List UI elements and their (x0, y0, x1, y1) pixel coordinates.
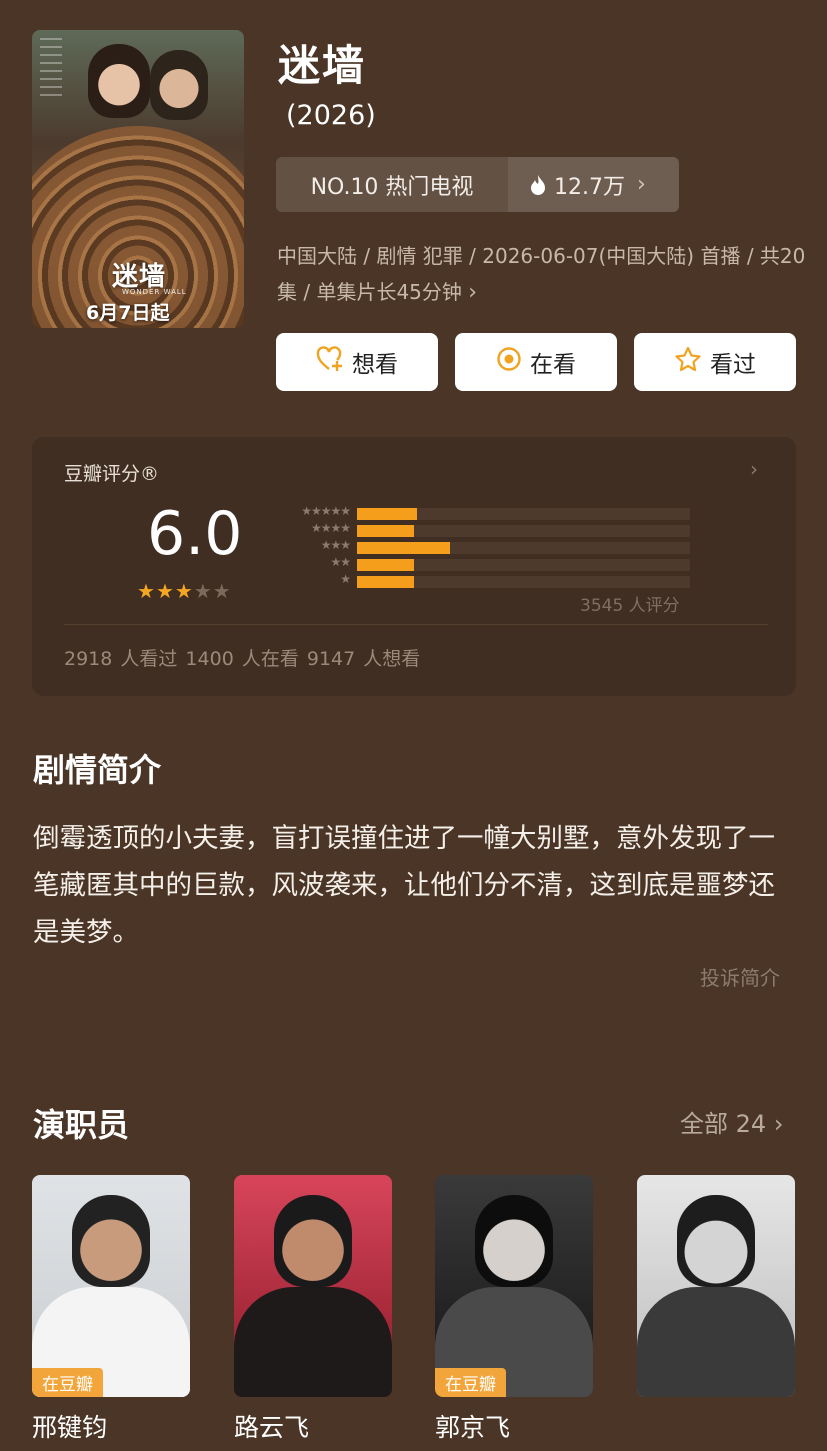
rating-count: 3545 人评分 (580, 596, 680, 616)
row-stars-label: ★★★★★ (301, 504, 351, 518)
rating-source-label: 豆瓣评分® (64, 463, 160, 485)
distribution-bar (357, 525, 414, 537)
watched-label: 看过 (710, 352, 756, 378)
page-title: 迷墙 (278, 41, 367, 90)
rating-distribution-row: ★★★★★ (272, 504, 690, 520)
poster-credits (40, 38, 62, 100)
cast-photo-head (274, 1195, 352, 1287)
poster-actress (88, 44, 150, 118)
watched-button[interactable]: 看过 (634, 333, 796, 391)
row-stars-label: ★ (340, 572, 351, 586)
poster-actor (150, 50, 208, 120)
want-to-watch-button[interactable]: 想看 (276, 333, 438, 391)
distribution-bar (357, 508, 417, 520)
row-stars-label: ★★★★ (310, 521, 351, 535)
target-icon (496, 346, 522, 378)
cast-card[interactable]: 在豆瓣 (435, 1175, 593, 1397)
rating-distribution-row: ★★★ (272, 538, 690, 554)
synopsis-text: 倒霉透顶的小夫妻，盲打误撞住进了一幢大别墅，意外发现了一笔藏匿其中的巨款，风波袭… (33, 823, 775, 948)
poster-date: 6月7日起 (86, 302, 170, 324)
chevron-right-icon[interactable]: › (750, 457, 758, 481)
star-filled-icon: ★ (137, 579, 156, 603)
heat-indicator[interactable]: 12.7万 › (508, 157, 679, 212)
poster-image[interactable]: 迷墙 WONDER WALL 6月7日起 (32, 30, 244, 328)
cast-photo-head (72, 1195, 150, 1287)
chevron-right-icon: › (773, 1110, 784, 1138)
star-filled-icon: ★ (174, 579, 194, 603)
distribution-bar (357, 559, 414, 571)
cast-photo-head (677, 1195, 755, 1287)
row-stars-label: ★★★ (320, 538, 351, 552)
chevron-right-icon: › (637, 172, 646, 197)
star-filled-icon: ★ (155, 579, 175, 603)
heart-plus-icon (316, 346, 344, 378)
watching-button[interactable]: 在看 (455, 333, 617, 391)
poster-subtitle: WONDER WALL (122, 288, 187, 296)
cast-photo-body (234, 1287, 392, 1397)
cast-card[interactable] (234, 1175, 392, 1397)
cast-card[interactable]: 在豆瓣 (32, 1175, 190, 1397)
watching-label: 在看 (530, 352, 576, 378)
watch-stats: 2918 人看过 1400 人在看 9147 人想看 (64, 648, 421, 670)
want-to-watch-label: 想看 (352, 352, 398, 378)
rating-distribution-row: ★★★★ (272, 521, 690, 537)
report-synopsis-link[interactable]: 投诉简介 (700, 962, 780, 991)
divider (64, 624, 768, 625)
rating-distribution-row: ★★ (272, 555, 690, 571)
star-empty-icon: ★ (193, 579, 213, 603)
cast-name[interactable]: 邢键钧 (32, 1408, 107, 1444)
meta-info[interactable]: 中国大陆 / 剧情 犯罪 / 2026-06-07(中国大陆) 首播 / 共20… (277, 238, 807, 311)
cast-name[interactable]: 郭京飞 (435, 1408, 510, 1444)
cast-card[interactable] (637, 1175, 795, 1397)
rating-distribution-row: ★ (272, 572, 690, 588)
row-stars-label: ★★ (330, 555, 350, 569)
rating-score: 6.0 (147, 499, 243, 569)
cast-all-link[interactable]: 全部 24 › (680, 1104, 783, 1139)
heat-value: 12.7万 (554, 174, 625, 200)
release-year: (2026) (286, 100, 376, 131)
cast-name[interactable]: 路云飞 (234, 1408, 309, 1444)
chevron-right-icon: › (468, 280, 478, 305)
star-outline-icon (674, 346, 702, 379)
cast-heading: 演职员 (33, 1106, 130, 1144)
synopsis-heading: 剧情简介 (33, 751, 162, 789)
on-douban-badge: 在豆瓣 (32, 1368, 103, 1397)
distribution-bar (357, 542, 450, 554)
distribution-bar (357, 576, 414, 588)
rating-stars: ★★★★★ (137, 579, 232, 603)
star-empty-icon: ★ (212, 579, 232, 603)
cast-all-label: 全部 24 (680, 1110, 767, 1138)
rating-card[interactable]: 豆瓣评分® › 6.0 ★★★★★ ★★★★★ ★★★★ ★★★ ★★ ★ 35… (32, 437, 796, 696)
on-douban-badge: 在豆瓣 (435, 1368, 506, 1397)
rank-label: NO.10 热门电视 (310, 174, 474, 200)
flame-icon (531, 174, 545, 195)
cast-photo-body (637, 1287, 795, 1397)
meta-text: 中国大陆 / 剧情 犯罪 / 2026-06-07(中国大陆) 首播 / 共20… (277, 244, 806, 304)
cast-photo-head (475, 1195, 553, 1287)
rank-chip[interactable]: NO.10 热门电视 12.7万 › (276, 157, 679, 212)
